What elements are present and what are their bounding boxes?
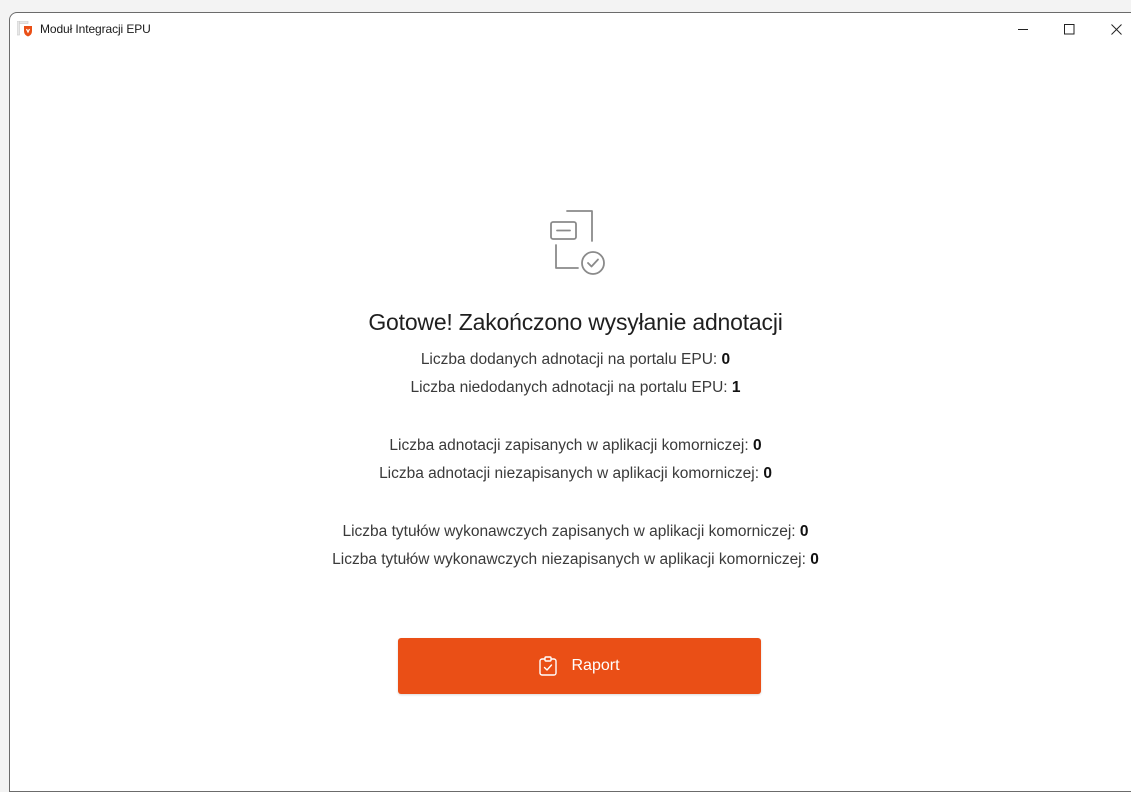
- window-title: Moduł Integracji EPU: [40, 22, 151, 36]
- clipboard-check-icon: [539, 656, 558, 676]
- stat-value: 1: [731, 379, 741, 396]
- stat-not-added-epu: Liczba niedodanych adnotacji na portalu …: [10, 379, 1131, 397]
- stat-label: Liczba niedodanych adnotacji na portalu …: [410, 379, 732, 396]
- document-check-icon: [550, 210, 605, 275]
- stat-value: 0: [810, 551, 819, 568]
- maximize-icon: [1063, 23, 1074, 34]
- minimize-icon: [1017, 28, 1028, 30]
- stat-label: Liczba adnotacji niezapisanych w aplikac…: [379, 465, 764, 482]
- report-button[interactable]: Raport: [398, 638, 761, 694]
- stat-value: 0: [752, 437, 762, 454]
- stat-value: 0: [799, 523, 809, 540]
- main-content: Gotowe! Zakończono wysyłanie adnotacji L…: [10, 45, 1131, 785]
- stat-value: 0: [763, 465, 772, 482]
- stat-annotations-saved: Liczba adnotacji zapisanych w aplikacji …: [10, 437, 1131, 455]
- stat-label: Liczba tytułów wykonawczych niezapisanyc…: [332, 551, 811, 568]
- completion-heading: Gotowe! Zakończono wysyłanie adnotacji: [368, 309, 783, 335]
- stat-titles-not-saved: Liczba tytułów wykonawczych niezapisanyc…: [10, 551, 1131, 569]
- stat-label: Liczba adnotacji zapisanych w aplikacji …: [389, 437, 753, 454]
- minimize-button[interactable]: [1000, 13, 1046, 45]
- close-button[interactable]: [1093, 13, 1131, 45]
- stat-added-epu: Liczba dodanych adnotacji na portalu EPU…: [10, 351, 1131, 369]
- app-window: Moduł Integracji EPU Gotowe! Zakończono …: [9, 12, 1131, 792]
- close-icon: [1110, 23, 1122, 35]
- stat-label: Liczba dodanych adnotacji na portalu EPU…: [420, 351, 722, 368]
- stat-annotations-not-saved: Liczba adnotacji niezapisanych w aplikac…: [10, 465, 1131, 483]
- stat-titles-saved: Liczba tytułów wykonawczych zapisanych w…: [10, 523, 1131, 541]
- report-button-label: Raport: [571, 657, 620, 674]
- maximize-button[interactable]: [1046, 13, 1092, 45]
- title-bar[interactable]: Moduł Integracji EPU: [10, 13, 1131, 45]
- app-logo-icon: [17, 21, 32, 37]
- stat-value: 0: [721, 351, 731, 368]
- stat-label: Liczba tytułów wykonawczych zapisanych w…: [342, 523, 800, 540]
